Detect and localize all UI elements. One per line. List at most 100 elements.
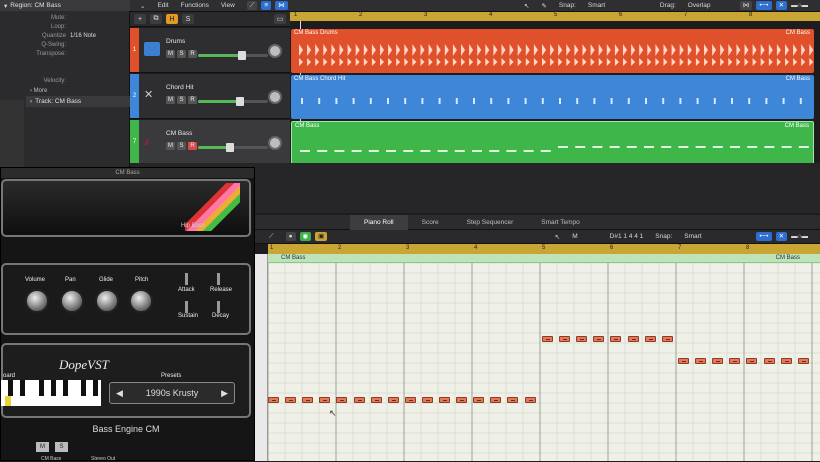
more-disclosure[interactable]: › More	[30, 86, 125, 96]
catch-playhead-icon[interactable]: ▭	[274, 14, 286, 24]
midi-note[interactable]	[507, 397, 519, 403]
midi-note[interactable]	[302, 397, 314, 403]
marquee-tool-icon[interactable]: M	[572, 233, 577, 240]
midi-note[interactable]	[712, 358, 724, 364]
solo-button[interactable]: S	[55, 442, 68, 452]
track-header-chord-hit[interactable]: 2 ✕ Chord Hit MSR	[130, 74, 290, 119]
midi-note[interactable]	[559, 336, 571, 342]
midi-note[interactable]	[404, 397, 416, 403]
mute-button[interactable]: M	[166, 50, 175, 58]
duplicate-track-icon[interactable]: ⧉	[150, 14, 162, 24]
piano-roll-keyboard[interactable]	[255, 254, 268, 461]
timeline-ruler[interactable]: 1 2 3 4 5 6 7 8	[290, 12, 820, 21]
midi-out-icon[interactable]: ◉	[299, 232, 312, 241]
inspector-row-velocity[interactable]: Velocity:	[4, 76, 125, 86]
h-button[interactable]: H	[166, 14, 178, 24]
midi-note[interactable]	[763, 358, 775, 364]
link-icon[interactable]: ✕	[775, 232, 788, 241]
midi-note[interactable]	[644, 336, 656, 342]
record-button[interactable]: R	[188, 142, 197, 150]
track-name[interactable]: CM Bass	[166, 130, 192, 137]
midi-note[interactable]	[524, 397, 536, 403]
add-track-button[interactable]: +	[134, 14, 146, 24]
midi-note[interactable]	[285, 397, 297, 403]
waveform-icon[interactable]: ⋈	[739, 1, 753, 10]
midi-note[interactable]	[746, 358, 758, 364]
inspector-row-transpose[interactable]: Transpose:	[4, 49, 125, 59]
midi-note[interactable]	[439, 397, 450, 403]
midi-note[interactable]	[490, 397, 502, 403]
sustain-slider[interactable]	[185, 301, 188, 313]
region-chord-hit[interactable]: CM Bass Chord Hit CM Bass	[291, 75, 814, 119]
midi-note[interactable]	[627, 336, 639, 342]
midi-note[interactable]	[353, 397, 365, 403]
drag-select[interactable]: Overlap	[688, 2, 728, 9]
track-name[interactable]: Drums	[166, 38, 185, 45]
pan-knob[interactable]	[268, 90, 282, 104]
volume-fader[interactable]	[198, 51, 268, 60]
piano-keyboard[interactable]	[1, 380, 101, 406]
pan-knob[interactable]	[60, 289, 84, 313]
catch-icon[interactable]: ≡	[261, 1, 272, 10]
edit-menu[interactable]: Edit	[157, 2, 168, 9]
midi-note[interactable]	[421, 397, 433, 403]
preset-selector[interactable]: ◀ 1990s Krusty ▶	[109, 382, 235, 404]
pointer-tool-icon[interactable]: ↖︎	[555, 233, 560, 241]
midi-note[interactable]	[542, 336, 553, 342]
mute-button[interactable]: M	[36, 442, 49, 452]
attack-slider[interactable]	[185, 273, 188, 285]
midi-note[interactable]	[370, 397, 382, 403]
volume-knob[interactable]	[25, 289, 49, 313]
region-inspector-header[interactable]: ▾ Region: CM Bass	[0, 0, 130, 11]
midi-note[interactable]	[268, 397, 279, 403]
midi-note[interactable]	[336, 397, 348, 403]
track-header-cm-bass[interactable]: 7 ♪ CM Bass MSR	[130, 120, 290, 165]
midi-note[interactable]	[319, 397, 331, 403]
decay-slider[interactable]	[217, 301, 220, 313]
zoom-slider[interactable]: ▬○▬	[791, 233, 808, 240]
editor-ruler[interactable]: 1 2 3 4 5 6 7 8	[268, 244, 820, 254]
track-inspector-header[interactable]: › Track: CM Bass	[26, 96, 130, 107]
pencil-tool-icon[interactable]: ✎	[541, 2, 546, 10]
solo-button[interactable]: S	[177, 96, 186, 104]
region-drums[interactable]: CM Bass Drums CM Bass	[291, 29, 814, 73]
view-menu[interactable]: View	[221, 2, 235, 9]
pitch-knob[interactable]	[129, 289, 153, 313]
tab-score[interactable]: Score	[408, 215, 453, 230]
quantize-value[interactable]: 1/16 Note	[70, 33, 96, 39]
note-colors-icon[interactable]: ▣	[315, 232, 328, 241]
previous-preset-icon[interactable]: ◀	[116, 388, 123, 399]
pan-knob[interactable]	[268, 136, 282, 150]
volume-fader[interactable]	[198, 143, 268, 152]
disclosure-triangle-icon[interactable]: ▾	[4, 2, 7, 10]
snap-icon[interactable]: ⟷	[756, 232, 772, 241]
s-button[interactable]: S	[182, 14, 194, 24]
functions-menu[interactable]: Functions	[181, 2, 209, 9]
glide-knob[interactable]	[95, 289, 119, 313]
region-header[interactable]: CM Bass CM Bass	[268, 254, 820, 263]
midi-note[interactable]	[473, 397, 485, 403]
midi-note[interactable]	[456, 397, 468, 403]
next-preset-icon[interactable]: ▶	[221, 388, 228, 399]
record-button[interactable]: R	[188, 50, 197, 58]
midi-note[interactable]	[593, 336, 605, 342]
tab-smart-tempo[interactable]: Smart Tempo	[527, 215, 594, 230]
flex-icon[interactable]: ⋈	[275, 1, 288, 10]
track-header-drums[interactable]: 1 Drums MSR	[130, 28, 290, 73]
midi-note[interactable]	[661, 336, 673, 342]
midi-note[interactable]	[797, 358, 809, 364]
midi-note[interactable]	[678, 358, 689, 364]
midi-in-icon[interactable]: ⟋	[269, 233, 274, 241]
chevron-down-icon[interactable]: ⌄	[140, 2, 145, 10]
midi-note[interactable]	[387, 397, 399, 403]
snap-select[interactable]: Smart	[684, 233, 744, 240]
track-name[interactable]: Chord Hit	[166, 84, 193, 91]
midi-record-icon[interactable]: ●	[285, 232, 296, 241]
link-icon[interactable]: ✕	[775, 1, 788, 10]
tab-piano-roll[interactable]: Piano Roll	[350, 214, 408, 230]
midi-note[interactable]	[695, 358, 707, 364]
solo-button[interactable]: S	[177, 142, 186, 150]
waveform-zoom-icon[interactable]: ⟋	[246, 1, 258, 10]
midi-note[interactable]	[576, 336, 588, 342]
midi-note[interactable]	[729, 358, 741, 364]
